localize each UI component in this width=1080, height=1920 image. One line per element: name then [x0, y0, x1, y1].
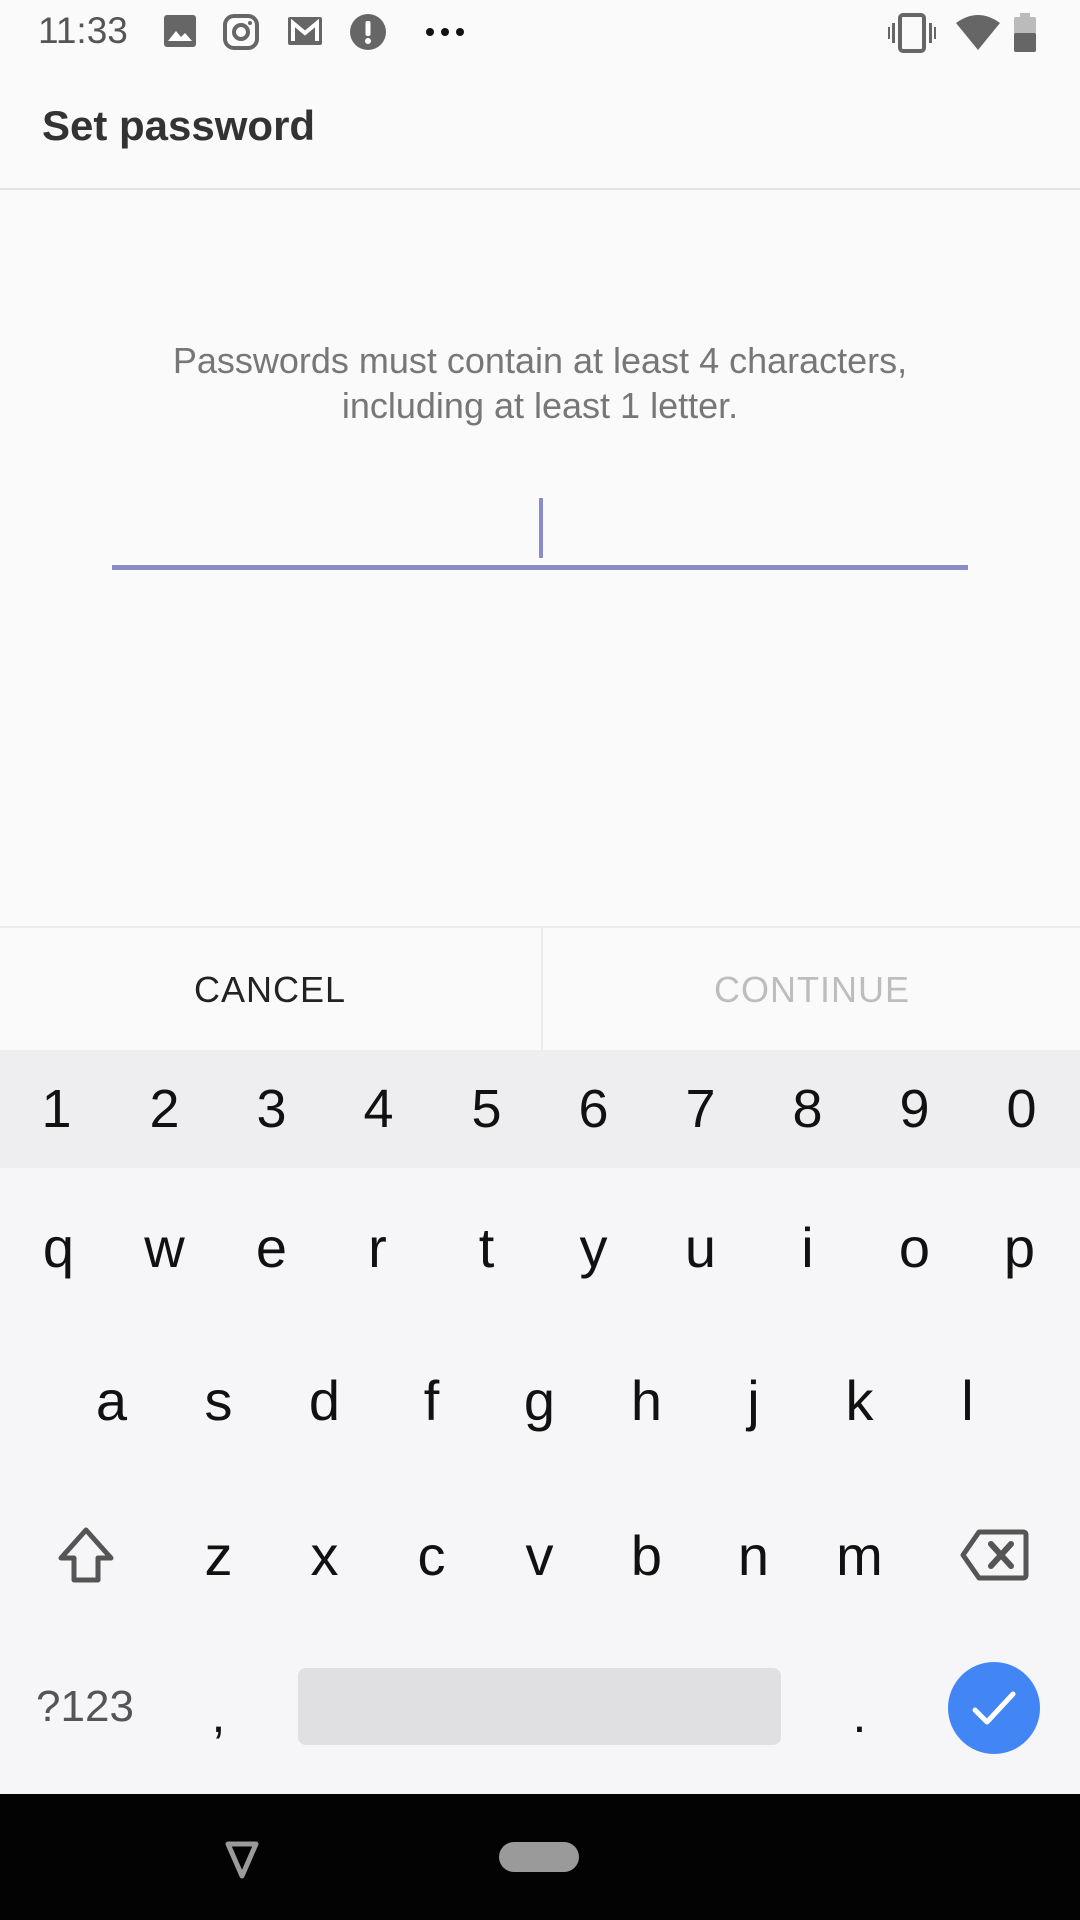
key-1[interactable]: 1 — [3, 1050, 110, 1168]
key-8[interactable]: 8 — [754, 1050, 861, 1168]
hint-line-2: including at least 1 letter. — [341, 385, 739, 426]
key-f[interactable]: f — [378, 1325, 485, 1475]
key-2[interactable]: 2 — [111, 1050, 218, 1168]
key-z[interactable]: z — [165, 1480, 272, 1630]
app-bar: Set password — [0, 66, 1080, 190]
key-g[interactable]: g — [486, 1325, 593, 1475]
key-7[interactable]: 7 — [647, 1050, 754, 1168]
key-m[interactable]: m — [806, 1480, 913, 1630]
key-x[interactable]: x — [271, 1480, 378, 1630]
shift-icon — [58, 1527, 113, 1583]
symbols-key[interactable]: ?123 — [10, 1632, 160, 1782]
key-u[interactable]: u — [647, 1172, 754, 1322]
key-9[interactable]: 9 — [861, 1050, 968, 1168]
checkmark-icon — [972, 1691, 1016, 1725]
backspace-icon — [960, 1529, 1028, 1581]
key-k[interactable]: k — [806, 1325, 913, 1475]
status-time: 11:33 — [38, 10, 128, 51]
key-5[interactable]: 5 — [433, 1050, 540, 1168]
backspace-key[interactable] — [940, 1480, 1047, 1630]
key-v[interactable]: v — [486, 1480, 593, 1630]
key-o[interactable]: o — [861, 1172, 968, 1322]
key-l[interactable]: l — [914, 1325, 1021, 1475]
key-n[interactable]: n — [700, 1480, 807, 1630]
back-icon — [225, 1841, 259, 1879]
home-button[interactable] — [499, 1842, 579, 1872]
continue-button[interactable]: CONTINUE — [541, 928, 1080, 1052]
wifi-icon — [955, 13, 1001, 56]
key-e[interactable]: e — [218, 1172, 325, 1322]
input-underline — [112, 565, 968, 570]
key-c[interactable]: c — [378, 1480, 485, 1630]
gmail-icon — [286, 13, 324, 54]
page-title: Set password — [42, 102, 316, 149]
key-6[interactable]: 6 — [540, 1050, 647, 1168]
hint-line-1: Passwords must contain at least 4 charac… — [172, 340, 908, 381]
soft-keyboard: 1 2 3 4 5 6 7 8 9 0 q w e r t y u i o p … — [0, 1050, 1080, 1794]
text-cursor — [539, 498, 543, 558]
instagram-icon — [222, 13, 260, 56]
back-button[interactable] — [220, 1838, 264, 1882]
key-a[interactable]: a — [58, 1325, 165, 1475]
key-4[interactable]: 4 — [325, 1050, 432, 1168]
key-3[interactable]: 3 — [218, 1050, 325, 1168]
key-p[interactable]: p — [966, 1172, 1073, 1322]
password-content: Passwords must contain at least 4 charac… — [0, 190, 1080, 926]
status-bar: 11:33 — [0, 0, 1080, 66]
period-key[interactable]: . — [806, 1640, 913, 1790]
key-i[interactable]: i — [754, 1172, 861, 1322]
space-key[interactable] — [298, 1668, 781, 1745]
comma-key[interactable]: , — [165, 1640, 272, 1790]
password-requirements-hint: Passwords must contain at least 4 charac… — [0, 338, 1080, 428]
vibrate-icon — [888, 13, 936, 58]
key-0[interactable]: 0 — [968, 1050, 1075, 1168]
key-d[interactable]: d — [271, 1325, 378, 1475]
password-input[interactable] — [112, 490, 968, 570]
more-dots-icon — [424, 24, 466, 42]
key-b[interactable]: b — [593, 1480, 700, 1630]
key-h[interactable]: h — [593, 1325, 700, 1475]
dialog-button-bar: CANCEL CONTINUE — [0, 926, 1080, 1052]
key-j[interactable]: j — [700, 1325, 807, 1475]
alert-icon — [349, 13, 387, 56]
key-t[interactable]: t — [433, 1172, 540, 1322]
key-w[interactable]: w — [111, 1172, 218, 1322]
key-q[interactable]: q — [5, 1172, 112, 1322]
navigation-bar — [0, 1794, 1080, 1920]
key-r[interactable]: r — [324, 1172, 431, 1322]
cancel-button[interactable]: CANCEL — [0, 928, 540, 1052]
battery-icon — [1012, 13, 1038, 58]
image-icon — [162, 13, 198, 54]
key-y[interactable]: y — [540, 1172, 647, 1322]
enter-key[interactable] — [948, 1662, 1040, 1754]
number-row: 1 2 3 4 5 6 7 8 9 0 — [0, 1050, 1080, 1168]
shift-key[interactable] — [32, 1480, 139, 1630]
key-s[interactable]: s — [165, 1325, 272, 1475]
